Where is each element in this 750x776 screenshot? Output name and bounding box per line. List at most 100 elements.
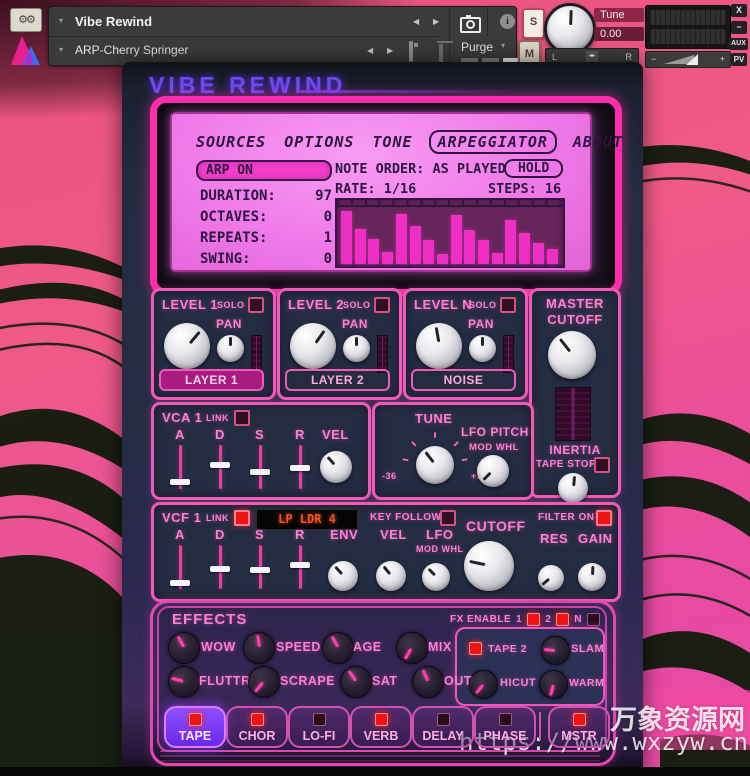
effect-tab-chor[interactable]: CHOR [226,706,288,748]
fx-speed-knob[interactable] [243,632,275,664]
slider-handle[interactable] [210,566,230,572]
step-sequencer-graph[interactable] [335,198,565,268]
fx-out-knob[interactable] [412,666,444,698]
channel-select-button[interactable]: LAYER 2 [285,369,390,391]
fx-sat-knob[interactable] [340,666,372,698]
vcf-env-knob[interactable] [328,561,358,591]
purge-menu[interactable]: Purge [461,40,493,54]
vcf-gain-knob[interactable] [578,563,606,591]
vca-link-checkbox[interactable] [234,410,250,426]
solo-checkbox[interactable] [374,297,390,313]
step-bar[interactable] [519,233,530,264]
level-knob[interactable] [416,323,462,369]
slider-track[interactable] [259,445,262,489]
channel-pan-knob[interactable] [217,335,244,362]
step-bar[interactable] [396,214,407,264]
solo-checkbox[interactable] [500,297,516,313]
slider-handle[interactable] [290,465,310,471]
fx-age-knob[interactable] [322,632,354,664]
screen-tab-tone[interactable]: TONE [370,132,414,152]
vcf-vel-knob[interactable] [376,561,406,591]
screen-tab-sources[interactable]: SOURCES [194,132,268,152]
prev-instrument-icon[interactable]: ◀ [413,17,419,26]
inertia-knob[interactable] [558,473,588,503]
fx-scrape-knob[interactable] [248,666,280,698]
channel-select-button[interactable]: LAYER 1 [159,369,264,391]
step-bar[interactable] [382,252,393,264]
tape-stop-checkbox[interactable] [594,457,610,473]
lfo-pitch-mod-knob[interactable] [477,455,509,487]
pan-center-handle[interactable]: ◂▸ [586,51,598,62]
rate-control[interactable]: RATE: 1/16 [335,181,416,197]
volume-slider[interactable]: − + [645,51,731,68]
note-order[interactable]: NOTE ORDER: AS PLAYED [335,161,506,177]
step-bar[interactable] [533,243,544,264]
channel-pan-knob[interactable] [469,335,496,362]
solo-checkbox[interactable] [248,297,264,313]
screen-tab-options[interactable]: OPTIONS [282,132,356,152]
prev-preset-icon[interactable]: ◀ [367,46,373,55]
save-icon[interactable] [409,41,413,62]
hold-button[interactable]: HOLD [504,159,563,178]
slider-handle[interactable] [250,469,270,475]
vca-vel-knob[interactable] [320,451,352,483]
close-button[interactable]: X [731,4,747,17]
channel-pan-knob[interactable] [343,335,370,362]
next-preset-icon[interactable]: ▶ [387,46,393,55]
effect-tab-mstr[interactable]: MSTR [548,706,610,748]
key-follow-checkbox[interactable] [440,510,456,526]
effect-tab-phase[interactable]: PHASE [474,706,536,748]
snapshot-view-icon[interactable] [460,17,481,33]
slider-handle[interactable] [170,479,190,485]
filter-on-checkbox[interactable] [596,510,612,526]
minimize-button[interactable]: − [731,21,747,34]
delete-icon[interactable] [439,44,443,63]
step-bar[interactable] [341,211,352,264]
arp-param-row[interactable]: REPEATS:1 [200,230,332,251]
step-bar[interactable] [410,226,421,264]
level-knob[interactable] [164,323,210,369]
step-bar[interactable] [464,230,475,264]
arp-param-row[interactable]: OCTAVES:0 [200,209,332,230]
next-instrument-icon[interactable]: ▶ [433,17,439,26]
level-knob[interactable] [290,323,336,369]
preset-collapse-icon[interactable]: ▾ [59,45,63,54]
rack-view-button[interactable]: ⚙⚙ [10,8,42,32]
step-bar[interactable] [423,240,434,264]
hicut-knob[interactable] [469,670,498,699]
slider-handle[interactable] [250,567,270,573]
slider-handle[interactable] [210,462,230,468]
effect-tab-delay[interactable]: DELAY [412,706,474,748]
instrument-collapse-icon[interactable]: ▾ [59,16,63,25]
step-bar[interactable] [368,239,379,264]
info-view-icon[interactable]: i [500,14,515,29]
step-bar[interactable] [478,240,489,264]
vcf-res-knob[interactable] [538,565,564,591]
screen-tab-about[interactable]: ABOUT [571,132,625,152]
channel-select-button[interactable]: NOISE [411,369,516,391]
arp-on-button[interactable]: ARP ON [196,160,332,181]
step-bar[interactable] [355,229,366,264]
slider-handle[interactable] [290,562,310,568]
step-bar[interactable] [547,249,558,264]
pv-button[interactable]: PV [731,53,747,66]
step-bar[interactable] [492,253,503,264]
warm-knob[interactable] [539,670,568,699]
master-cutoff-knob[interactable] [548,331,596,379]
effect-tab-tape[interactable]: TAPE [164,706,226,748]
tune-knob[interactable] [416,446,454,484]
aux-button[interactable]: AUX [729,38,748,50]
slam-knob[interactable] [541,636,570,665]
step-bar[interactable] [505,220,516,264]
fx-enable-checkbox-2[interactable] [556,613,569,626]
fx-mix-knob[interactable] [396,632,428,664]
slider-handle[interactable] [170,580,190,586]
fx-wow-knob[interactable] [168,632,200,664]
fx-fluttr-knob[interactable] [168,666,200,698]
screen-tab-arpeggiator[interactable]: ARPEGGIATOR [429,130,557,154]
tape2-checkbox[interactable] [469,642,482,655]
effect-tab-verb[interactable]: VERB [350,706,412,748]
effect-tab-lo-fi[interactable]: LO-FI [288,706,350,748]
vcf-cutoff-knob[interactable] [464,541,514,591]
fx-enable-checkbox-1[interactable] [527,613,540,626]
